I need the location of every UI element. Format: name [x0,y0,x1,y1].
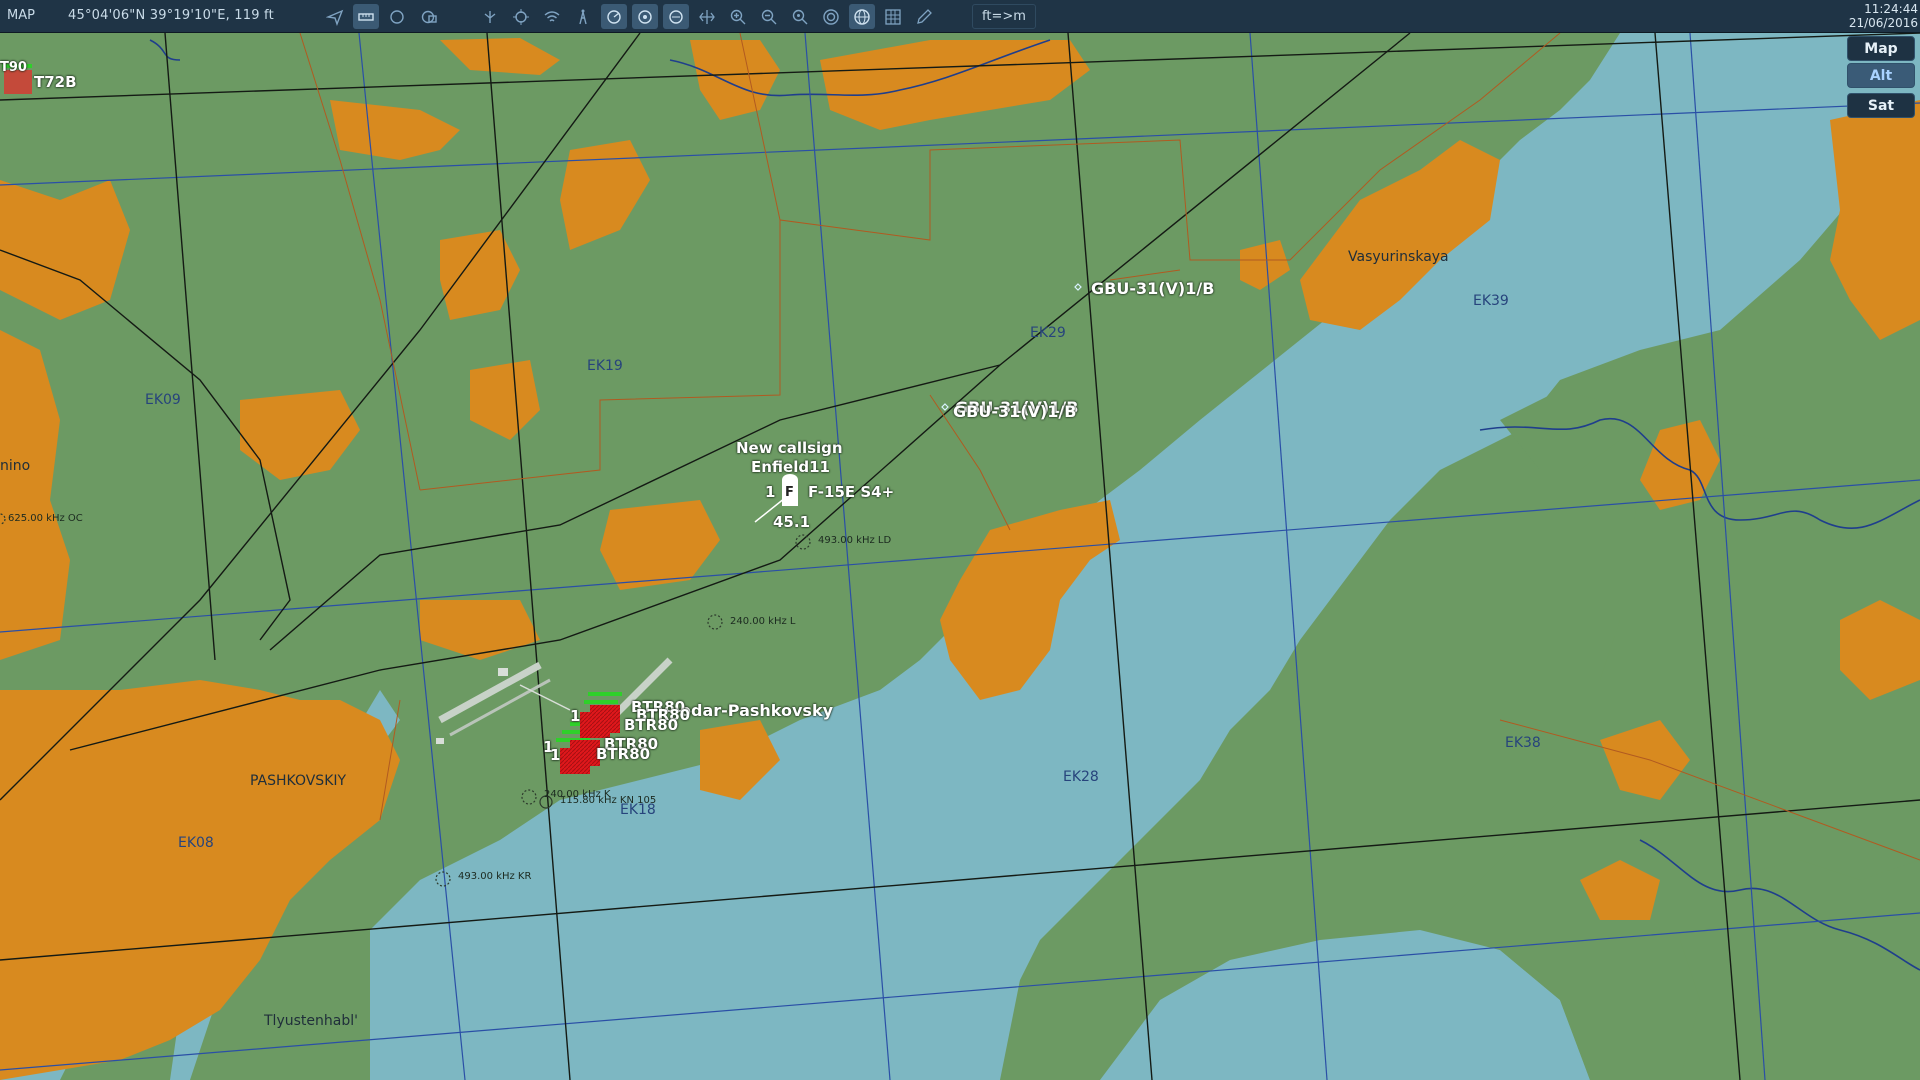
threat-ring-icon[interactable] [663,4,689,29]
units-toggle-button[interactable]: ft=>m [972,4,1036,29]
player-symbol: F [785,485,794,500]
cursor-coordinates: 45°04'06"N 39°19'10"E, 119 ft [68,8,274,23]
town-vasyurinskaya: Vasyurinskaya [1348,249,1449,265]
enemy-count-c: 1 [550,746,561,764]
player-callsign-line1: New callsign [736,439,843,457]
grid-label-ek39: EK39 [1473,293,1509,309]
zoom-reset-icon[interactable] [787,4,813,29]
ndb-label-kr: 493.00 kHz KR [458,871,532,882]
player-speed: 45.1 [773,513,811,531]
clock: 11:24:44 21/06/2016 [1849,2,1918,30]
layer-alt-button[interactable]: Alt [1847,63,1915,88]
layer-sat-button[interactable]: Sat [1847,93,1915,118]
target-icon[interactable] [508,4,534,29]
threat-icon[interactable] [632,4,658,29]
top-toolbar: MAP 45°04'06"N 39°19'10"E, 119 ft ft=>m … [0,0,1920,33]
map-application: EK09 EK19 EK29 EK39 EK08 EK18 EK28 EK38 … [0,0,1920,1080]
grid-label-ek38: EK38 [1505,735,1541,751]
ndb-label-l: 240.00 kHz L [730,616,796,627]
enemy-label-t72b: T72B [34,73,77,91]
airbase-label: odar-Pashkovsky [680,701,834,720]
waypoint-icon[interactable] [477,4,503,29]
ndb-label-ld: 493.00 kHz LD [818,535,892,546]
player-count: 1 [765,483,776,501]
globe-icon[interactable] [849,4,875,29]
wifi-icon[interactable] [539,4,565,29]
enemy-label-btr-e: BTR80 [596,745,651,763]
map-canvas[interactable] [0,33,1920,1080]
grid-label-ek09: EK09 [145,392,181,408]
ndb-label-oc: 625.00 kHz OC [8,513,83,524]
send-icon[interactable] [322,4,348,29]
waypoint-gbu-3[interactable]: GBU-31(V)1/B [953,402,1076,421]
waypoint-gbu-1[interactable]: GBU-31(V)1/B [1091,279,1214,298]
grid-icon[interactable] [880,4,906,29]
enemy-label-t90: T90 [0,60,27,75]
town-nino: nino [0,458,31,474]
tower-icon[interactable] [570,4,596,29]
mode-label: MAP [7,8,35,23]
clock-date: 21/06/2016 [1848,16,1918,30]
zoom-in-icon[interactable] [725,4,751,29]
ruler-icon[interactable] [353,4,379,29]
zoom-out-icon[interactable] [756,4,782,29]
enemy-label-btr-c: BTR80 [624,716,679,734]
grid-label-ek08: EK08 [178,835,214,851]
town-pashkovskiy: PASHKOVSKIY [250,773,347,789]
town-tlyustenhabl: Tlyustenhabl' [264,1013,358,1029]
layers-icon[interactable] [416,4,442,29]
grid-label-ek19: EK19 [587,358,623,374]
layer-map-button[interactable]: Map [1847,36,1915,61]
circle-icon[interactable] [384,4,410,29]
ndb-label-kn: 115.80 kHz KN 105 [560,795,657,806]
player-callsign-line2: Enfield11 [751,458,830,476]
grid-label-ek28: EK28 [1063,769,1099,785]
pencil-icon[interactable] [911,4,937,29]
player-aircraft-type: F-15E S4+ [808,483,895,501]
clock-time: 11:24:44 [1864,2,1918,16]
compass-icon[interactable] [818,4,844,29]
enemy-count-a: 1 [570,707,581,725]
radar-icon[interactable] [601,4,627,29]
grid-label-ek29: EK29 [1030,325,1066,341]
grid-move-icon[interactable] [694,4,720,29]
